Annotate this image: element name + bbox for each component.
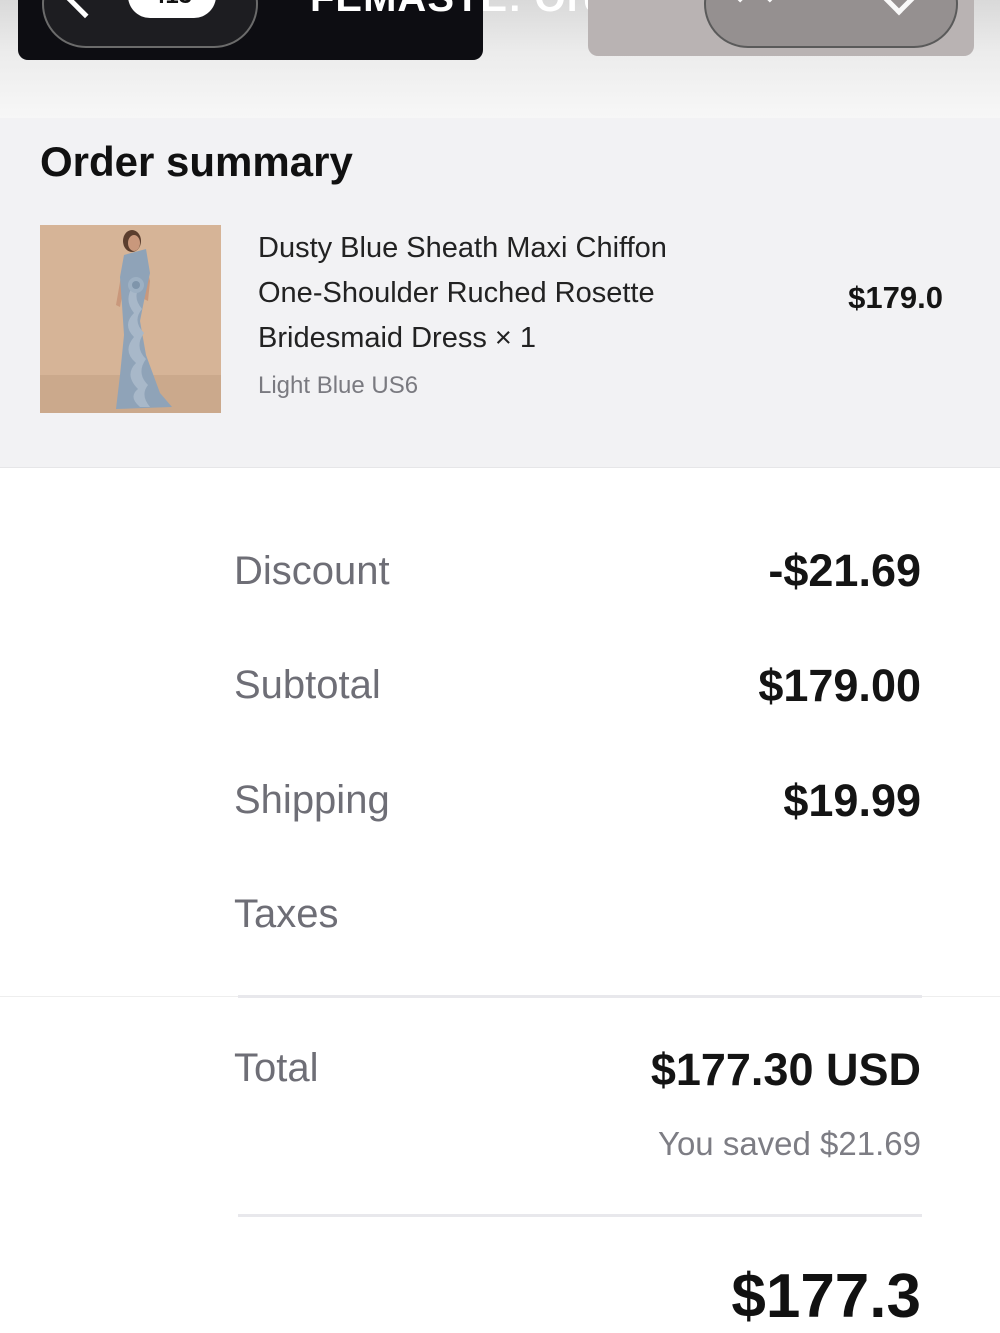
discount-label: Discount [234, 549, 390, 593]
total-divider [238, 995, 922, 998]
shipping-value: $19.99 [783, 775, 921, 826]
top-nav-bar: 413 FEMASTE: Order... [0, 0, 1000, 118]
savings-note: You saved $21.69 [657, 1125, 921, 1162]
taxes-label: Taxes [234, 892, 339, 936]
unread-count-badge: 413 [128, 0, 216, 18]
dress-illustration [40, 225, 221, 413]
total-value: $177.30 USD [650, 1044, 921, 1095]
order-summary-title: Order summary [40, 138, 353, 185]
subtotal-value: $179.00 [758, 660, 921, 711]
grand-total: $177.3 [731, 1262, 921, 1331]
product-image[interactable] [40, 225, 221, 413]
order-page: 413 FEMASTE: Order... Order summary [0, 0, 1000, 1333]
product-price: $179.0 [848, 280, 943, 315]
product-variant: Light Blue US6 [258, 372, 419, 399]
product-name[interactable]: Dusty Blue Sheath Maxi Chiffon One-Shoul… [258, 226, 688, 361]
subtotal-label: Subtotal [234, 663, 381, 707]
discount-value: -$21.69 [768, 545, 921, 596]
shipping-label: Shipping [234, 778, 390, 822]
grand-total-divider [238, 1214, 922, 1217]
total-label: Total [234, 1046, 319, 1090]
order-summary-section: Order summary Dusty Blue Sheath Maxi Chi… [0, 118, 1000, 468]
nav-actions-pill[interactable] [704, 0, 958, 48]
